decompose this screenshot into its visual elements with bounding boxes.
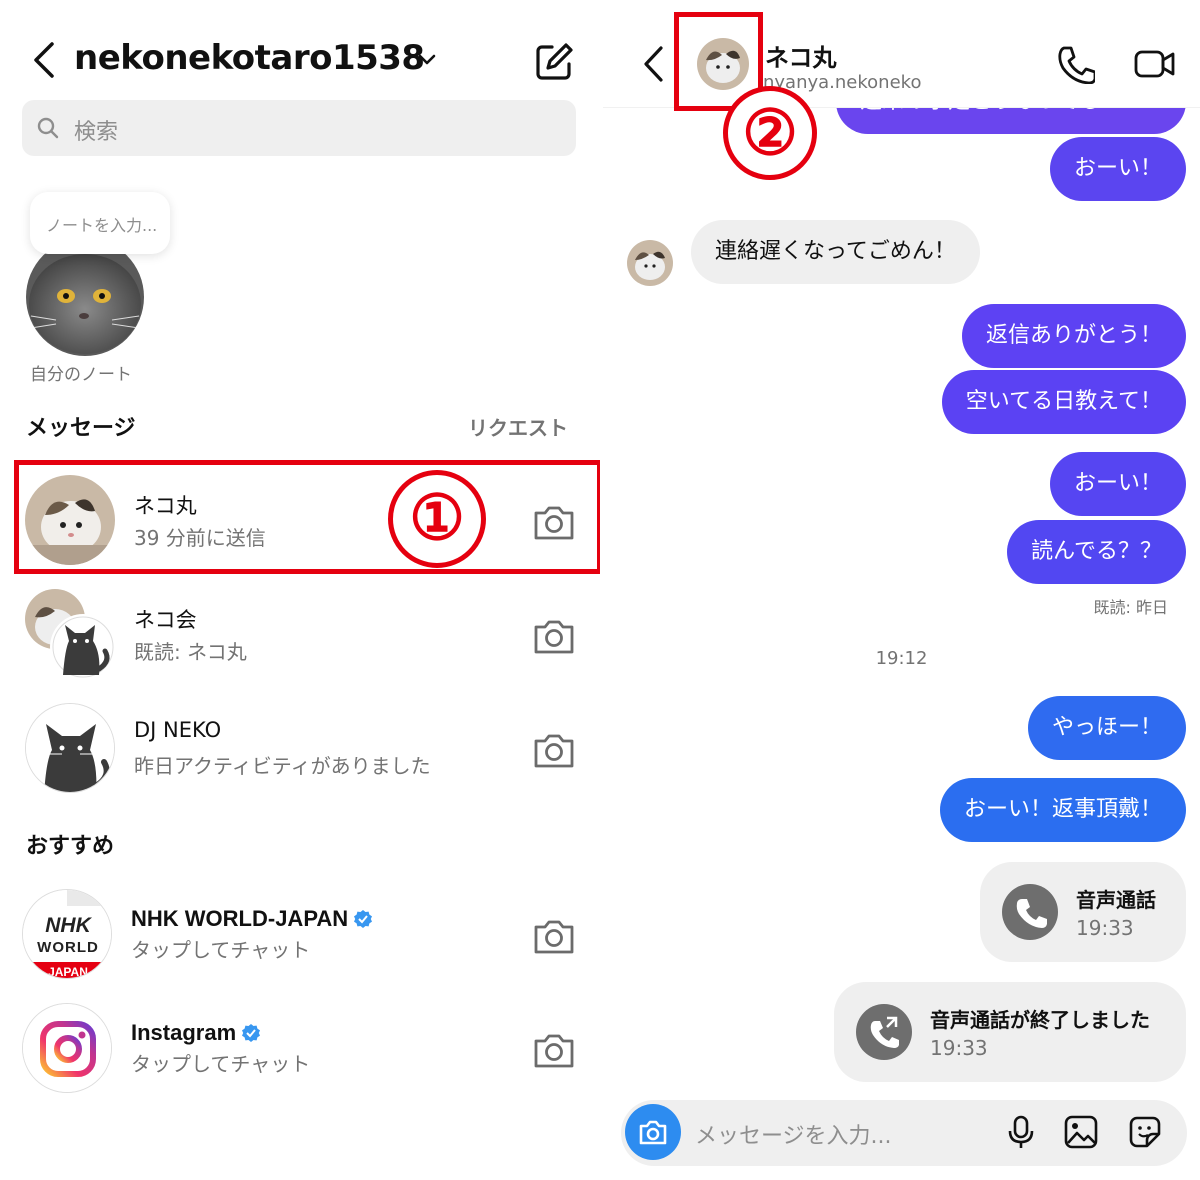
- call-time: 19:33: [1076, 916, 1134, 940]
- message-bubble-sent[interactable]: おーい！返事頂戴！: [939, 778, 1186, 842]
- suggested-name-text: NHK WORLD-JAPAN: [131, 906, 349, 931]
- call-title: 音声通話: [1076, 888, 1156, 912]
- camera-button[interactable]: [625, 1104, 681, 1160]
- conversation-status: 既読: ネコ丸: [134, 640, 247, 664]
- message-bubble-sent[interactable]: 読んでる？？: [1007, 520, 1186, 584]
- conversation-name: DJ NEKO: [134, 718, 222, 742]
- group-cat-photos: [25, 589, 116, 680]
- gallery-icon[interactable]: [1063, 1114, 1099, 1150]
- gray-cat-photo: [26, 238, 144, 356]
- phone-icon[interactable]: [1055, 44, 1095, 84]
- instagram-logo-icon: [23, 1004, 111, 1092]
- compose-icon[interactable]: [532, 40, 576, 84]
- message-input[interactable]: メッセージを入力...: [695, 1118, 892, 1150]
- read-receipt: 既読: 昨日: [1093, 598, 1168, 617]
- suggested-name-text: Instagram: [131, 1020, 237, 1045]
- contact-avatar-small[interactable]: [627, 240, 673, 286]
- note-placeholder: ノートを入力...: [46, 216, 158, 235]
- verified-badge-icon: [354, 910, 373, 928]
- suggested-name: NHK WORLD-JAPAN: [131, 906, 373, 932]
- video-camera-icon[interactable]: [1133, 44, 1177, 84]
- messages-heading: メッセージ: [26, 416, 136, 441]
- back-arrow-icon[interactable]: [641, 44, 667, 84]
- message-bubble-received[interactable]: 連絡遅くなってごめん！: [691, 220, 980, 284]
- suggested-item[interactable]: Instagram タップしてチャット: [0, 990, 600, 1100]
- conversation-item[interactable]: DJ NEKO 昨日アクティビティがありました: [0, 690, 600, 800]
- search-input[interactable]: 検索: [22, 100, 576, 156]
- search-icon: [37, 117, 59, 139]
- call-time: 19:33: [930, 1036, 988, 1060]
- world-logo-text: WORLD: [37, 939, 99, 956]
- suggested-item[interactable]: NHK WORLD JAPAN NHK WORLD-JAPAN タップしてチャッ…: [0, 876, 600, 986]
- requests-link[interactable]: リクエスト: [468, 412, 568, 441]
- message-bubble-sent[interactable]: おーい！: [1049, 452, 1186, 516]
- nhk-logo: NHK WORLD JAPAN: [22, 889, 112, 979]
- contact-name[interactable]: ネコ丸: [765, 38, 837, 73]
- voice-call-card[interactable]: 音声通話 19:33: [980, 862, 1186, 962]
- inbox-pane: nekonekotaro1538 検索 ノートを入力... 自分のノート メッセ…: [0, 0, 600, 1180]
- microphone-icon[interactable]: [1003, 1114, 1039, 1150]
- my-note-label: 自分のノート: [30, 365, 132, 385]
- step-marker-2: ②: [723, 86, 817, 180]
- message-bubble-sent[interactable]: おーい！: [1049, 137, 1186, 201]
- camera-icon[interactable]: [532, 1030, 576, 1070]
- step-marker-1: ①: [388, 470, 486, 568]
- highlight-box-step-1: [14, 460, 600, 574]
- account-username[interactable]: nekonekotaro1538: [74, 38, 425, 78]
- message-bubble-sent[interactable]: やっほー！: [1027, 696, 1186, 760]
- phone-icon: [1002, 884, 1058, 940]
- call-ended-card[interactable]: 音声通話が終了しました 19:33: [834, 982, 1186, 1082]
- verified-badge-icon: [242, 1024, 261, 1042]
- camera-icon[interactable]: [532, 916, 576, 956]
- suggested-subtitle: タップしてチャット: [131, 938, 311, 962]
- message-bubble-sent[interactable]: 返信ありがとう！: [961, 304, 1186, 368]
- suggested-name: Instagram: [131, 1020, 261, 1046]
- sticker-icon[interactable]: [1127, 1114, 1163, 1150]
- nhk-world-logo: NHK WORLD JAPAN: [23, 890, 111, 979]
- back-arrow-icon[interactable]: [30, 40, 60, 80]
- message-thread: 週末の予定どうなってる？ おーい！ 連絡遅くなってごめん！ 返信ありがとう！ 空…: [603, 0, 1200, 1180]
- my-avatar[interactable]: [26, 238, 144, 356]
- instagram-logo: [22, 1003, 112, 1093]
- calico-cat-photo: [627, 240, 673, 286]
- inbox-header: nekonekotaro1538: [0, 30, 600, 90]
- camera-icon: [639, 1120, 667, 1145]
- group-avatar: [25, 589, 116, 680]
- japan-logo-text: JAPAN: [48, 965, 88, 979]
- note-input-bubble[interactable]: ノートを入力...: [30, 192, 170, 254]
- conversation-avatar: [25, 703, 115, 793]
- suggested-heading: おすすめ: [26, 834, 115, 859]
- message-bubble-sent[interactable]: 空いてる日教えて！: [941, 370, 1186, 434]
- chat-pane: 週末の予定どうなってる？ おーい！ 連絡遅くなってごめん！ 返信ありがとう！ 空…: [603, 0, 1200, 1180]
- call-ended-icon: [856, 1004, 912, 1060]
- black-cat-illustration: [26, 704, 114, 792]
- conversation-status: 昨日アクティビティがありました: [134, 754, 431, 778]
- thread-timestamp: 19:12: [875, 648, 928, 669]
- camera-icon[interactable]: [532, 730, 576, 770]
- camera-icon[interactable]: [532, 616, 576, 656]
- call-title: 音声通話が終了しました: [930, 1008, 1150, 1032]
- search-placeholder: 検索: [74, 120, 119, 145]
- chevron-down-icon[interactable]: [416, 48, 438, 70]
- suggested-subtitle: タップしてチャット: [131, 1052, 311, 1076]
- conversation-name: ネコ会: [134, 608, 197, 632]
- message-composer[interactable]: メッセージを入力...: [621, 1100, 1187, 1166]
- nhk-logo-text: NHK: [45, 914, 92, 937]
- conversation-item[interactable]: ネコ会 既読: ネコ丸: [0, 576, 600, 686]
